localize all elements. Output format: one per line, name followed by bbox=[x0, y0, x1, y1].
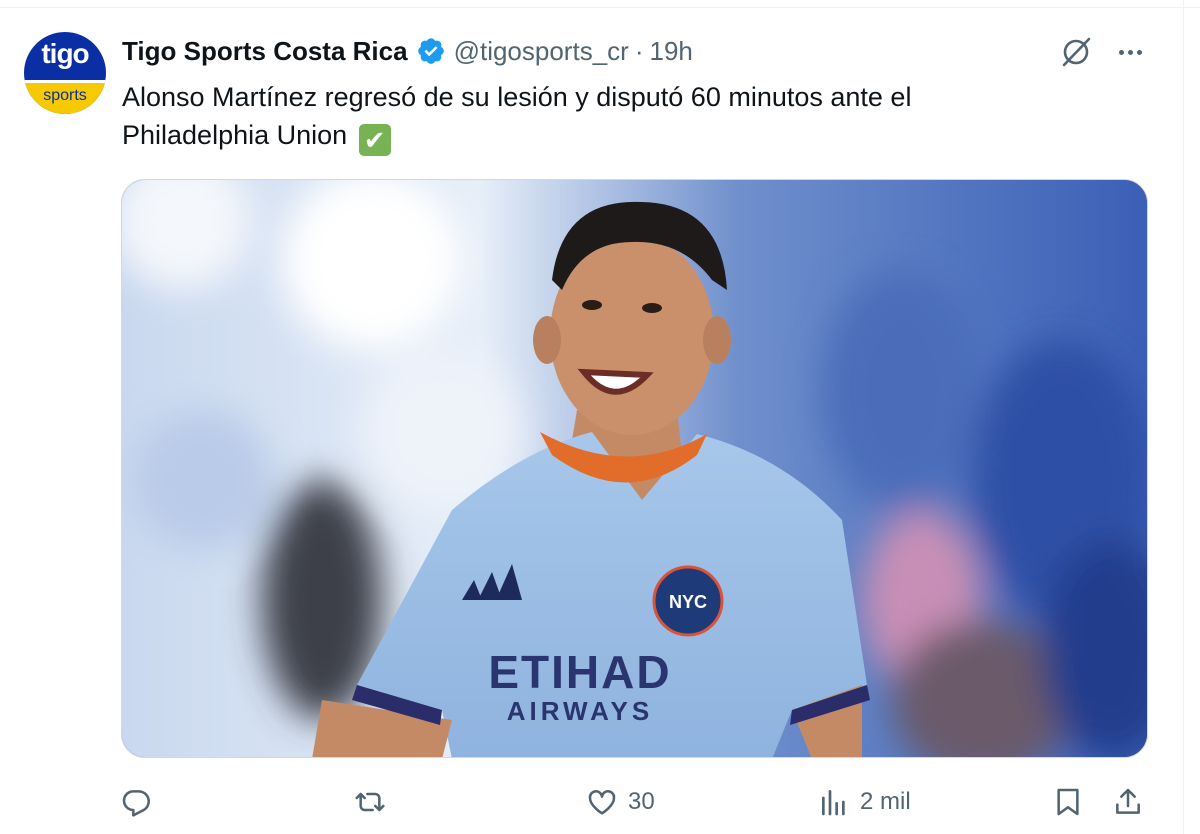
tweet-actions: 30 2 mil bbox=[0, 780, 1200, 828]
reply-button[interactable] bbox=[120, 780, 162, 824]
views-icon bbox=[822, 790, 845, 816]
bookmark-button[interactable] bbox=[1052, 780, 1084, 824]
tweet-text-line-1: Alonso Martínez regresó de su lesión y d… bbox=[122, 82, 912, 112]
tweet-media-photo[interactable]: NYC ETIHAD AIRWAYS bbox=[121, 179, 1148, 758]
avatar-logo-subtext: sports bbox=[24, 80, 106, 114]
views-button[interactable]: 2 mil bbox=[818, 780, 911, 824]
bookmark-icon bbox=[1057, 788, 1079, 816]
more-icon[interactable] bbox=[1112, 38, 1148, 66]
like-button[interactable]: 30 bbox=[586, 780, 655, 824]
check-mark-emoji: ✔ bbox=[358, 124, 391, 156]
tweet-text-line-2-text: Philadelphia Union bbox=[122, 120, 348, 150]
tweet-text-line-2: Philadelphia Union ✔ bbox=[122, 116, 1082, 156]
like-icon bbox=[588, 790, 616, 815]
like-count: 30 bbox=[628, 788, 655, 815]
handle[interactable]: @tigosports_cr bbox=[454, 36, 629, 67]
views-count: 2 mil bbox=[860, 788, 911, 815]
jersey-crest-text: NYC bbox=[669, 592, 707, 612]
reply-icon bbox=[122, 790, 150, 817]
share-icon bbox=[1116, 788, 1140, 814]
tweet[interactable]: tigo sports Tigo Sports Costa Rica @tigo… bbox=[0, 0, 1200, 834]
share-button[interactable] bbox=[1112, 780, 1144, 824]
verified-badge-icon[interactable] bbox=[416, 36, 446, 66]
jersey-sponsor-subtext: AIRWAYS bbox=[507, 696, 654, 726]
repost-icon bbox=[355, 792, 385, 812]
grok-icon[interactable] bbox=[1058, 34, 1094, 70]
repost-button[interactable] bbox=[354, 780, 396, 824]
separator: · bbox=[634, 35, 644, 66]
avatar-logo-text: tigo bbox=[41, 38, 89, 69]
jersey-sponsor-text: ETIHAD bbox=[488, 646, 671, 698]
avatar[interactable]: tigo sports bbox=[24, 32, 106, 114]
display-name[interactable]: Tigo Sports Costa Rica bbox=[122, 36, 408, 67]
timestamp[interactable]: 19h bbox=[649, 36, 692, 67]
tweet-text: Alonso Martínez regresó de su lesión y d… bbox=[122, 78, 1082, 156]
tweet-header: Tigo Sports Costa Rica @tigosports_cr · … bbox=[122, 34, 693, 68]
